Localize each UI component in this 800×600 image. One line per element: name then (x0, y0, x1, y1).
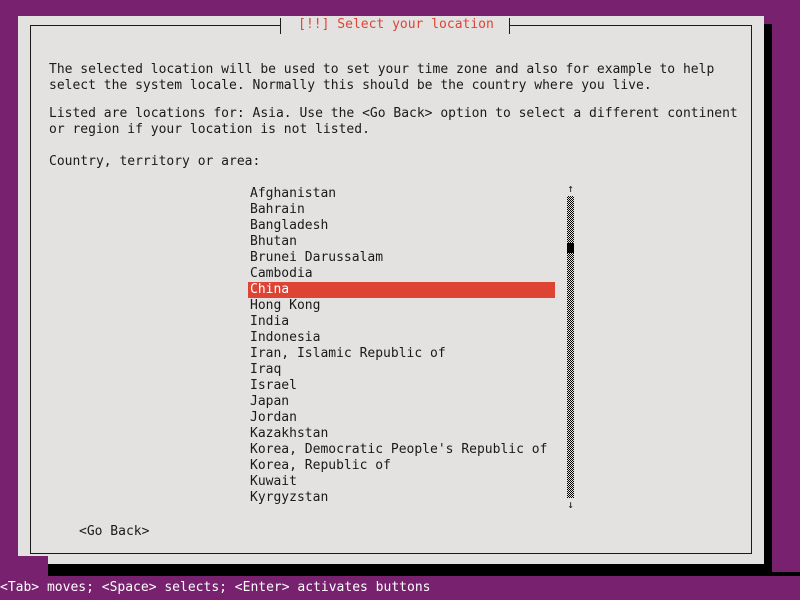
list-item[interactable]: Korea, Democratic People's Republic of (248, 442, 555, 458)
list-item[interactable]: Korea, Republic of (248, 458, 555, 474)
list-item[interactable]: Hong Kong (248, 298, 555, 314)
list-item[interactable]: Bhutan (248, 234, 555, 250)
list-item[interactable]: Iran, Islamic Republic of (248, 346, 555, 362)
list-item[interactable]: Bangladesh (248, 218, 555, 234)
list-scrollbar[interactable]: ↑ ↓ (566, 183, 575, 511)
intro-paragraph: The selected location will be used to se… (49, 62, 715, 93)
list-item[interactable]: Indonesia (248, 330, 555, 346)
scrollbar-thumb[interactable] (567, 243, 574, 253)
list-item[interactable]: Bahrain (248, 202, 555, 218)
list-item[interactable]: Kazakhstan (248, 426, 555, 442)
statusbar-left-notch (0, 556, 48, 576)
list-item[interactable]: Japan (248, 394, 555, 410)
list-item[interactable]: Afghanistan (248, 186, 555, 202)
scroll-down-arrow-icon[interactable]: ↓ (566, 499, 575, 511)
list-item[interactable]: Brunei Darussalam (248, 250, 555, 266)
scrollbar-track[interactable] (567, 196, 574, 498)
installer-dialog: [!!] Select your location The selected l… (18, 16, 764, 564)
go-back-button[interactable]: <Go Back> (79, 524, 149, 540)
list-item[interactable]: Jordan (248, 410, 555, 426)
list-item[interactable]: Kyrgyzstan (248, 490, 555, 506)
country-list[interactable]: Afghanistan Bahrain Bangladesh Bhutan Brunei… (248, 186, 555, 506)
dialog-content: The selected location will be used to se… (31, 26, 751, 553)
scroll-up-arrow-icon[interactable]: ↑ (566, 183, 575, 195)
listed-paragraph: Listed are locations for: Asia. Use the … (49, 106, 738, 137)
list-item[interactable]: Israel (248, 378, 555, 394)
list-item[interactable]: India (248, 314, 555, 330)
list-item[interactable]: Kuwait (248, 474, 555, 490)
list-item[interactable]: Iraq (248, 362, 555, 378)
list-item[interactable]: China (248, 282, 555, 298)
keyboard-help-statusbar: <Tab> moves; <Space> selects; <Enter> ac… (0, 576, 800, 600)
list-item[interactable]: Cambodia (248, 266, 555, 282)
list-label: Country, territory or area: (49, 154, 261, 169)
